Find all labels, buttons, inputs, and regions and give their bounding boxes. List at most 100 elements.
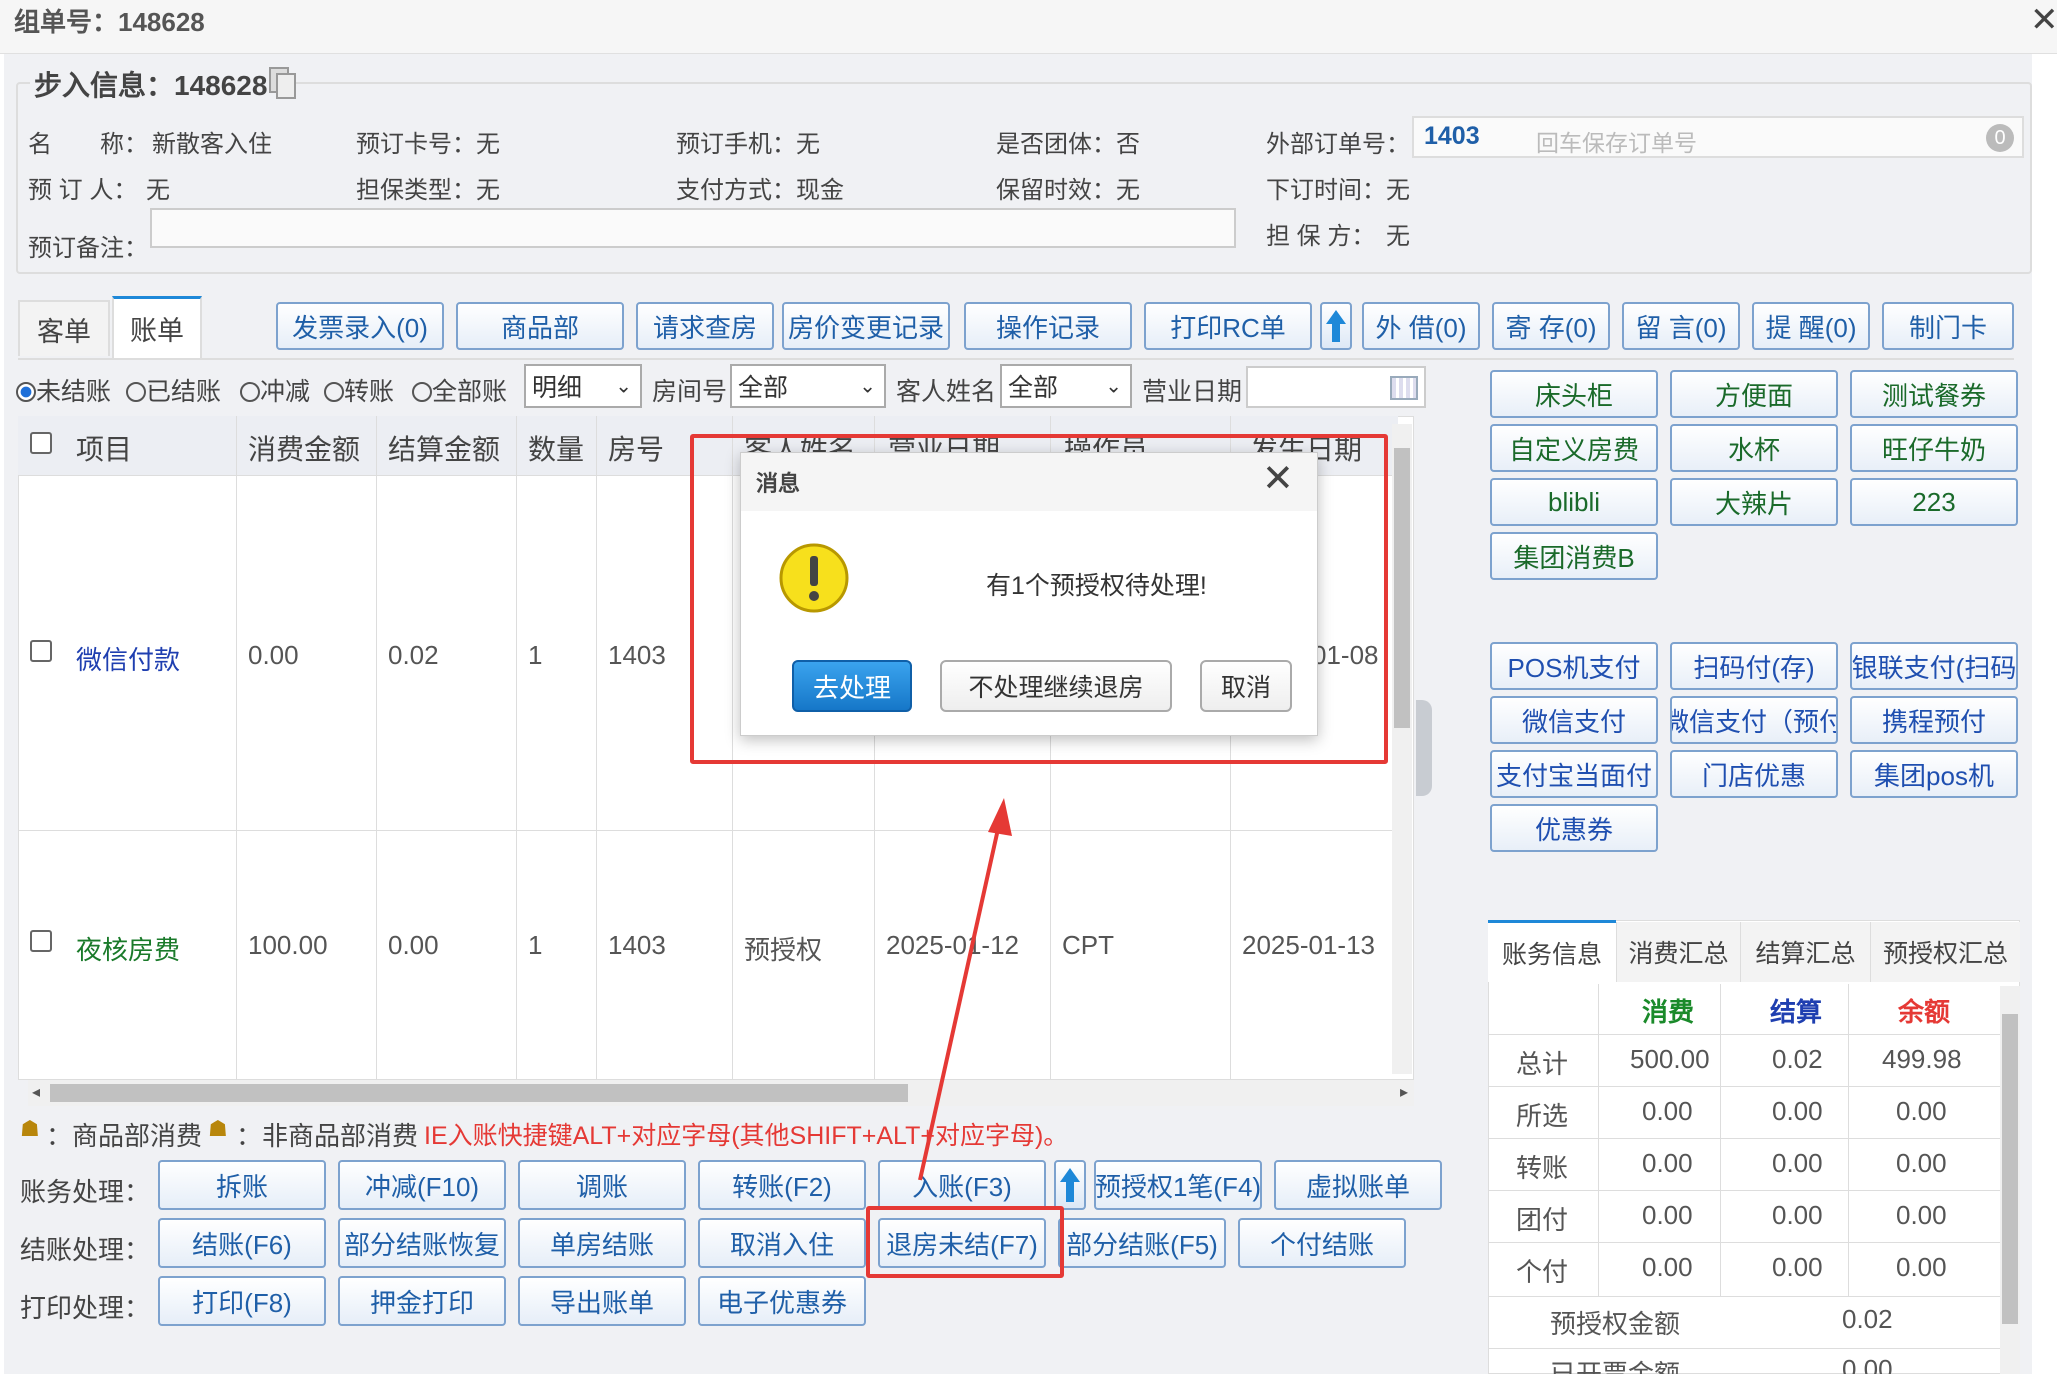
summary-individual-balance: 0.00	[1896, 1252, 1947, 1282]
pay-coupon-button[interactable]: 优惠券	[1490, 804, 1658, 852]
row-settle: 0.00	[388, 930, 439, 960]
row-consume: 100.00	[248, 930, 328, 960]
guest-select[interactable]: 全部 ⌄	[1000, 364, 1132, 408]
vertical-scrollbar[interactable]	[1392, 424, 1412, 1074]
tab-guest[interactable]: 客单	[18, 300, 110, 356]
booker-value: 无	[146, 177, 170, 204]
goods-spicystrip-button[interactable]: 大辣片	[1670, 478, 1838, 526]
virtual-bill-button[interactable]: 虚拟账单	[1274, 1160, 1442, 1210]
request-check-button[interactable]: 请求查房	[636, 302, 774, 350]
pay-wechat-prepay-button[interactable]: 微信支付（预付	[1670, 696, 1838, 744]
goods-blibli-button[interactable]: blibli	[1490, 478, 1658, 526]
window-title: 组单号：148628	[14, 7, 205, 37]
rate-change-button[interactable]: 房价变更记录	[782, 302, 950, 350]
col-settle: 结算金额	[388, 434, 501, 465]
pay-alipay-button[interactable]: 支付宝当面付	[1490, 750, 1658, 798]
reminder-button[interactable]: 提 醒(0)	[1752, 302, 1870, 350]
radio-unsettled[interactable]: 未结账	[16, 372, 111, 408]
print-button[interactable]: 打印(F8)	[158, 1276, 326, 1326]
extorder-field[interactable]: 1403 回车保存订单号 0	[1412, 116, 2024, 158]
row-operator: CPT	[1062, 930, 1114, 960]
row-checkbox[interactable]	[30, 930, 52, 952]
pay-pos-button[interactable]: POS机支付	[1490, 642, 1658, 690]
goods-223-button[interactable]: 223	[1850, 478, 2018, 526]
close-icon[interactable]: ✕	[2030, 0, 2057, 40]
radio-all[interactable]: 全部账	[412, 372, 507, 408]
message-button[interactable]: 留 言(0)	[1622, 302, 1740, 350]
split-bill-button[interactable]: 拆账	[158, 1160, 326, 1210]
summary-scrollbar[interactable]	[2000, 986, 2020, 1374]
offset-button[interactable]: 冲减(F10)	[338, 1160, 506, 1210]
make-card-button[interactable]: 制门卡	[1882, 302, 2014, 350]
pay-group-pos-button[interactable]: 集团pos机	[1850, 750, 2018, 798]
room-label: 房间号	[652, 378, 728, 406]
window-titlebar	[0, 0, 2057, 54]
radio-transfer[interactable]: 转账	[324, 372, 394, 408]
room-select-value: 全部	[738, 374, 789, 402]
goods-dept-button[interactable]: 商品部	[456, 302, 624, 350]
summary-tab-account[interactable]: 账务信息	[1488, 920, 1616, 982]
summary-selected-consume: 0.00	[1642, 1096, 1693, 1126]
bizdate-input[interactable]	[1246, 366, 1426, 408]
summary-invoiced-label: 已开票金额	[1550, 1359, 1681, 1374]
tab-strip-line	[18, 358, 2014, 360]
summary-transfer-balance: 0.00	[1896, 1148, 1947, 1178]
summary-transfer-settle: 0.00	[1772, 1148, 1823, 1178]
export-bill-button[interactable]: 导出账单	[518, 1276, 686, 1326]
summary-individual-label: 个付	[1516, 1257, 1569, 1287]
summary-col-consume: 消费	[1642, 997, 1695, 1027]
individual-pay-button[interactable]: 个付结账	[1238, 1218, 1406, 1268]
summary-tab-preauth[interactable]: 预授权汇总	[1870, 922, 2020, 982]
goods-milk-button[interactable]: 旺仔牛奶	[1850, 424, 2018, 472]
e-coupon-button[interactable]: 电子优惠券	[698, 1276, 866, 1326]
single-room-button[interactable]: 单房结账	[518, 1218, 686, 1268]
calendar-icon[interactable]	[1390, 376, 1418, 400]
row-checkbox[interactable]	[30, 640, 52, 662]
select-all-checkbox[interactable]	[30, 432, 52, 454]
row-guest: 预授权	[744, 935, 823, 965]
goods-testmeal-button[interactable]: 测试餐券	[1850, 370, 2018, 418]
goods-bedside-button[interactable]: 床头柜	[1490, 370, 1658, 418]
pay-unionpay-button[interactable]: 银联支付(扫码	[1850, 642, 2018, 690]
adjust-button[interactable]: 调账	[518, 1160, 686, 1210]
upload-icon[interactable]	[1054, 1160, 1086, 1210]
radio-settled[interactable]: 已结账	[126, 372, 221, 408]
summary-tab-settle[interactable]: 结算汇总	[1740, 922, 1870, 982]
remark-textarea[interactable]	[150, 208, 1236, 248]
partial-restore-button[interactable]: 部分结账恢复	[338, 1218, 506, 1268]
goods-noodles-button[interactable]: 方便面	[1670, 370, 1838, 418]
radio-offset[interactable]: 冲减	[240, 372, 310, 408]
print-rc-button[interactable]: 打印RC单	[1144, 302, 1312, 350]
preauth-button[interactable]: 预授权1笔(F4)	[1094, 1160, 1262, 1210]
table-row[interactable]	[18, 832, 1398, 1052]
deposit-button[interactable]: 寄 存(0)	[1492, 302, 1610, 350]
goods-group-b-button[interactable]: 集团消费B	[1490, 532, 1658, 580]
pay-scan-button[interactable]: 扫码付(存)	[1670, 642, 1838, 690]
deposit-print-button[interactable]: 押金打印	[338, 1276, 506, 1326]
summary-tab-consume[interactable]: 消费汇总	[1616, 922, 1740, 982]
invoice-entry-button[interactable]: 发票录入(0)	[276, 302, 444, 350]
phone-value: 无	[796, 131, 820, 158]
transfer-button[interactable]: 转账(F2)	[698, 1160, 866, 1210]
checkout-button[interactable]: 结账(F6)	[158, 1218, 326, 1268]
goods-customrate-button[interactable]: 自定义房费	[1490, 424, 1658, 472]
copy-icon[interactable]	[268, 66, 298, 100]
pay-store-discount-button[interactable]: 门店优惠	[1670, 750, 1838, 798]
summary-individual-settle: 0.00	[1772, 1252, 1823, 1282]
pay-ctrip-button[interactable]: 携程预付	[1850, 696, 2018, 744]
room-select[interactable]: 全部 ⌄	[730, 364, 886, 408]
detail-select[interactable]: 明细 ⌄	[524, 364, 642, 408]
upload-icon[interactable]	[1320, 302, 1352, 350]
ordertime-label: 下订时间：	[1266, 177, 1386, 204]
pay-wechat-button[interactable]: 微信支付	[1490, 696, 1658, 744]
operation-log-button[interactable]: 操作记录	[964, 302, 1132, 350]
horizontal-scrollbar[interactable]: ◂ ▸	[28, 1080, 1414, 1106]
collapse-handle[interactable]	[1416, 700, 1432, 796]
partial-settle-button[interactable]: 部分结账(F5)	[1058, 1218, 1226, 1268]
row-qty: 1	[528, 640, 543, 670]
cancel-checkin-button[interactable]: 取消入住	[698, 1218, 866, 1268]
goods-cup-button[interactable]: 水杯	[1670, 424, 1838, 472]
summary-col-settle: 结算	[1770, 997, 1823, 1027]
lend-button[interactable]: 外 借(0)	[1362, 302, 1480, 350]
tab-bill[interactable]: 账单	[112, 296, 202, 358]
